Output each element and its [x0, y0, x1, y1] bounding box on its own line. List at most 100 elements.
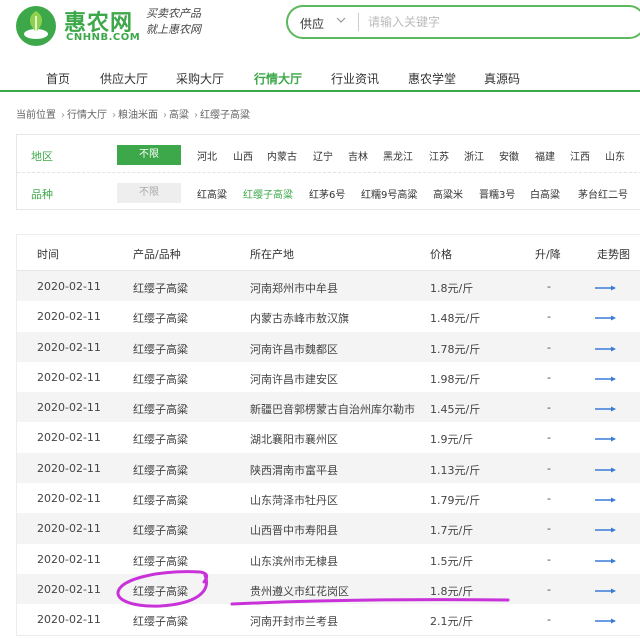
- cell-date: 2020-02-11: [37, 582, 101, 596]
- cell-price: 1.79元/斤: [430, 494, 481, 508]
- nav-item-market[interactable]: 行情大厅: [254, 70, 302, 87]
- region-option[interactable]: 安徽: [499, 148, 519, 163]
- cell-date: 2020-02-11: [37, 522, 101, 536]
- cell-origin: 山西晋中市寿阳县: [250, 524, 338, 538]
- search-category-select[interactable]: 供应: [300, 15, 324, 32]
- nav-item-home[interactable]: 首页: [46, 70, 70, 87]
- variety-all-button[interactable]: 不限: [117, 183, 181, 203]
- cell-product: 红缨子高粱: [133, 524, 188, 538]
- region-option[interactable]: 江苏: [429, 148, 449, 163]
- nav-item-school[interactable]: 惠农学堂: [408, 70, 456, 87]
- cell-origin: 贵州遵义市红花岗区: [250, 584, 349, 598]
- breadcrumb-item-sorghum[interactable]: 高粱: [169, 110, 189, 121]
- cell-change: -: [547, 431, 551, 445]
- search-input[interactable]: [368, 12, 628, 32]
- trend-arrow-icon[interactable]: [595, 467, 617, 473]
- region-option[interactable]: 吉林: [348, 148, 368, 163]
- logo-icon[interactable]: [14, 4, 58, 48]
- filter-label-variety: 品种: [31, 188, 53, 201]
- trend-arrow-icon[interactable]: [595, 376, 617, 382]
- trend-arrow-icon[interactable]: [595, 436, 617, 442]
- cell-change: -: [547, 401, 551, 415]
- trend-arrow-icon[interactable]: [595, 346, 617, 352]
- header-time: 时间: [37, 248, 59, 261]
- cell-origin: 河南许昌市魏都区: [250, 342, 338, 356]
- region-option[interactable]: 山西: [233, 148, 253, 163]
- trend-arrow-icon[interactable]: [595, 406, 617, 412]
- cell-origin: 湖北襄阳市襄州区: [250, 433, 338, 447]
- cell-price: 1.5元/斤: [430, 554, 474, 568]
- search-divider: [358, 13, 359, 31]
- nav-item-supply[interactable]: 供应大厅: [100, 70, 148, 87]
- variety-option[interactable]: 红高粱: [197, 186, 227, 201]
- breadcrumb-separator: ›: [163, 110, 167, 121]
- cell-date: 2020-02-11: [37, 370, 101, 384]
- breadcrumb-item-current: 红缨子高粱: [200, 110, 250, 121]
- cell-change: -: [547, 370, 551, 384]
- cell-price: 1.78元/斤: [430, 342, 481, 356]
- table-row: 2020-02-11 红缨子高粱 河南许昌市魏都区 1.78元/斤 -: [17, 331, 640, 362]
- region-option[interactable]: 福建: [535, 148, 555, 163]
- cell-price: 1.45元/斤: [430, 403, 481, 417]
- region-option[interactable]: 黑龙江: [383, 148, 413, 163]
- nav-item-purchase[interactable]: 采购大厅: [176, 70, 224, 87]
- table-row: 2020-02-11 红缨子高粱 新疆巴音郭楞蒙古自治州库尔勒市 1.45元/斤 -: [17, 392, 640, 423]
- region-option[interactable]: 浙江: [464, 148, 484, 163]
- cell-product: 红缨子高粱: [133, 554, 188, 568]
- trend-arrow-icon[interactable]: [595, 588, 617, 594]
- trend-arrow-icon[interactable]: [595, 285, 617, 291]
- cell-price: 1.8元/斤: [430, 282, 474, 295]
- table-row: 2020-02-11 红缨子高粱 河南郑州市中牟县 1.8元/斤 -: [17, 271, 640, 302]
- cell-change: -: [547, 613, 551, 627]
- trend-arrow-icon[interactable]: [595, 315, 617, 321]
- variety-option[interactable]: 红茅6号: [309, 186, 345, 201]
- region-option[interactable]: 江西: [570, 148, 590, 163]
- cell-date: 2020-02-11: [37, 613, 101, 627]
- table-body: 2020-02-11 红缨子高粱 河南郑州市中牟县 1.8元/斤 - 2020-02-11…: [17, 271, 640, 635]
- cell-change: -: [547, 280, 551, 293]
- trend-arrow-icon[interactable]: [595, 497, 617, 503]
- variety-option[interactable]: 高粱米: [433, 186, 463, 201]
- variety-option[interactable]: 茅台红二号: [578, 186, 628, 201]
- region-option[interactable]: 山东: [605, 148, 625, 163]
- cell-origin: 陕西渭南市富平县: [250, 463, 338, 477]
- table-row: 2020-02-11 红缨子高粱 山西晋中市寿阳县 1.7元/斤 -: [17, 513, 640, 544]
- cell-origin: 山东滨州市无棣县: [250, 554, 338, 568]
- region-option[interactable]: 内蒙古: [267, 148, 297, 163]
- cell-price: 1.98元/斤: [430, 372, 481, 386]
- trend-arrow-icon[interactable]: [595, 527, 617, 533]
- cell-date: 2020-02-11: [37, 461, 101, 475]
- filter-row-region: 地区 不限 河北 山西 内蒙古 辽宁 吉林 黑龙江 江苏 浙江 安徽 福建 江西…: [17, 137, 640, 173]
- cell-date: 2020-02-11: [37, 552, 101, 566]
- breadcrumb-separator: ›: [112, 110, 116, 121]
- table-row: 2020-02-11 红缨子高粱 山东菏泽市牡丹区 1.79元/斤 -: [17, 483, 640, 513]
- region-option[interactable]: 河北: [197, 148, 217, 163]
- chevron-down-icon[interactable]: [334, 13, 348, 27]
- cell-change: -: [547, 492, 551, 506]
- variety-option-selected[interactable]: 红缨子高粱: [243, 186, 293, 201]
- trend-arrow-icon[interactable]: [595, 618, 617, 624]
- breadcrumb-item-grain[interactable]: 粮油米面: [118, 110, 158, 121]
- main-nav: 首页 供应大厅 采购大厅 行情大厅 行业资讯 惠农学堂 真源码: [0, 66, 640, 92]
- region-option[interactable]: 辽宁: [313, 148, 333, 163]
- cell-origin: 河南郑州市中牟县: [250, 282, 338, 295]
- cell-origin: 河南许昌市建安区: [250, 372, 338, 386]
- cell-price: 1.13元/斤: [430, 463, 481, 477]
- breadcrumb: 当前位置 › 行情大厅 › 粮油米面 › 高粱 › 红缨子高粱: [16, 106, 252, 121]
- breadcrumb-item-market[interactable]: 行情大厅: [67, 110, 107, 121]
- variety-option[interactable]: 红糯9号高粱: [361, 186, 417, 201]
- table-row: 2020-02-11 红缨子高粱 贵州遵义市红花岗区 1.8元/斤 -: [17, 573, 640, 605]
- variety-option[interactable]: 晋糯3号: [479, 186, 515, 201]
- region-all-button[interactable]: 不限: [117, 145, 181, 165]
- slogan-line-1: 买卖农产品: [146, 7, 201, 20]
- nav-item-source[interactable]: 真源码: [484, 70, 520, 87]
- nav-item-news[interactable]: 行业资讯: [331, 70, 379, 87]
- breadcrumb-separator: ›: [61, 110, 65, 121]
- cell-date: 2020-02-11: [37, 280, 101, 293]
- variety-option[interactable]: 白高粱: [530, 186, 560, 201]
- trend-arrow-icon[interactable]: [595, 558, 617, 564]
- cell-price: 1.7元/斤: [430, 524, 474, 538]
- filter-label-region: 地区: [31, 150, 53, 163]
- cell-date: 2020-02-11: [37, 340, 101, 354]
- cell-price: 1.8元/斤: [430, 584, 474, 598]
